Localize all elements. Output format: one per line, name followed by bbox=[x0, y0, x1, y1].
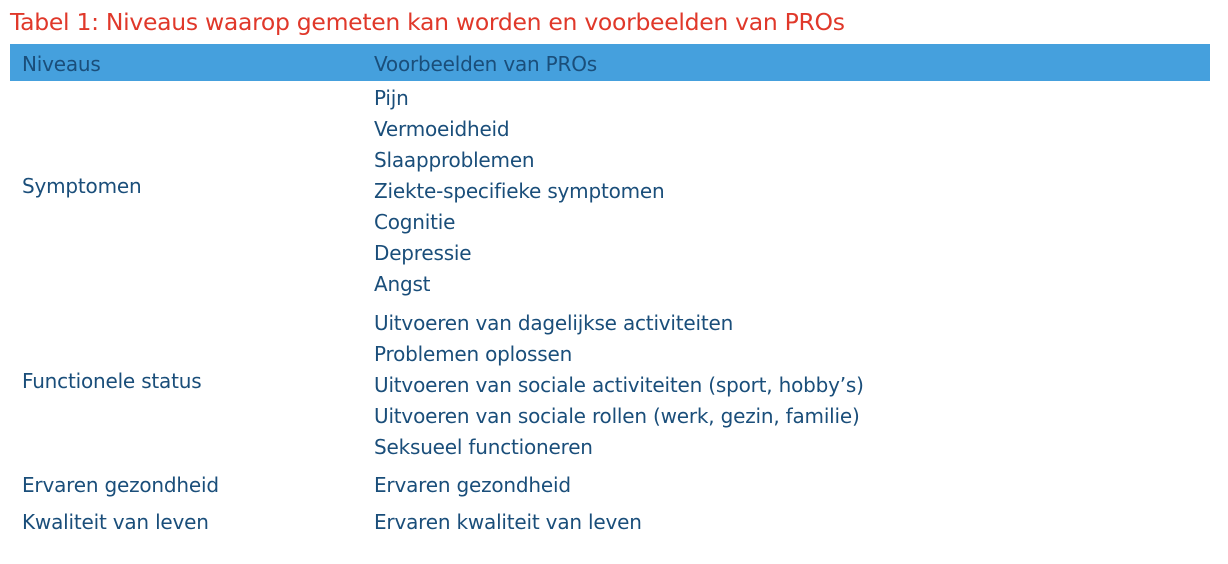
level-cell: Kwaliteit van leven bbox=[22, 510, 209, 534]
example-item: Slaapproblemen bbox=[374, 148, 535, 172]
example-item: Ziekte-specifieke symptomen bbox=[374, 179, 665, 203]
example-item: Cognitie bbox=[374, 210, 456, 234]
example-item: Ervaren gezondheid bbox=[374, 473, 571, 497]
examples-list: Uitvoeren van dagelijkse activiteiten Pr… bbox=[374, 308, 864, 463]
example-item: Uitvoeren van dagelijkse activiteiten bbox=[374, 311, 734, 335]
example-item: Seksueel functioneren bbox=[374, 435, 593, 459]
pro-levels-table: Niveaus Voorbeelden van PROs Symptomen P… bbox=[10, 44, 1210, 544]
examples-list: Ervaren kwaliteit van leven bbox=[374, 507, 642, 538]
table-row: Symptomen Pijn Vermoeidheid Slaapproblem… bbox=[10, 81, 1210, 305]
level-cell: Symptomen bbox=[22, 174, 142, 198]
example-item: Vermoeidheid bbox=[374, 117, 510, 141]
table-row: Functionele status Uitvoeren van dagelij… bbox=[10, 305, 1210, 470]
example-item: Depressie bbox=[374, 241, 472, 265]
example-item: Uitvoeren van sociale activiteiten (spor… bbox=[374, 373, 864, 397]
example-item: Pijn bbox=[374, 86, 409, 110]
table-header: Niveaus Voorbeelden van PROs bbox=[10, 44, 1210, 81]
table-row: Kwaliteit van leven Ervaren kwaliteit va… bbox=[10, 507, 1210, 544]
header-examples: Voorbeelden van PROs bbox=[374, 52, 597, 76]
example-item: Uitvoeren van sociale rollen (werk, gezi… bbox=[374, 404, 860, 428]
examples-list: Ervaren gezondheid bbox=[374, 470, 571, 501]
table-caption: Tabel 1: Niveaus waarop gemeten kan word… bbox=[10, 8, 845, 36]
header-levels: Niveaus bbox=[22, 52, 101, 76]
table-row: Ervaren gezondheid Ervaren gezondheid bbox=[10, 470, 1210, 507]
example-item: Problemen oplossen bbox=[374, 342, 573, 366]
level-cell: Ervaren gezondheid bbox=[22, 473, 219, 497]
example-item: Angst bbox=[374, 272, 431, 296]
examples-list: Pijn Vermoeidheid Slaapproblemen Ziekte-… bbox=[374, 83, 665, 300]
example-item: Ervaren kwaliteit van leven bbox=[374, 510, 642, 534]
level-cell: Functionele status bbox=[22, 369, 202, 393]
